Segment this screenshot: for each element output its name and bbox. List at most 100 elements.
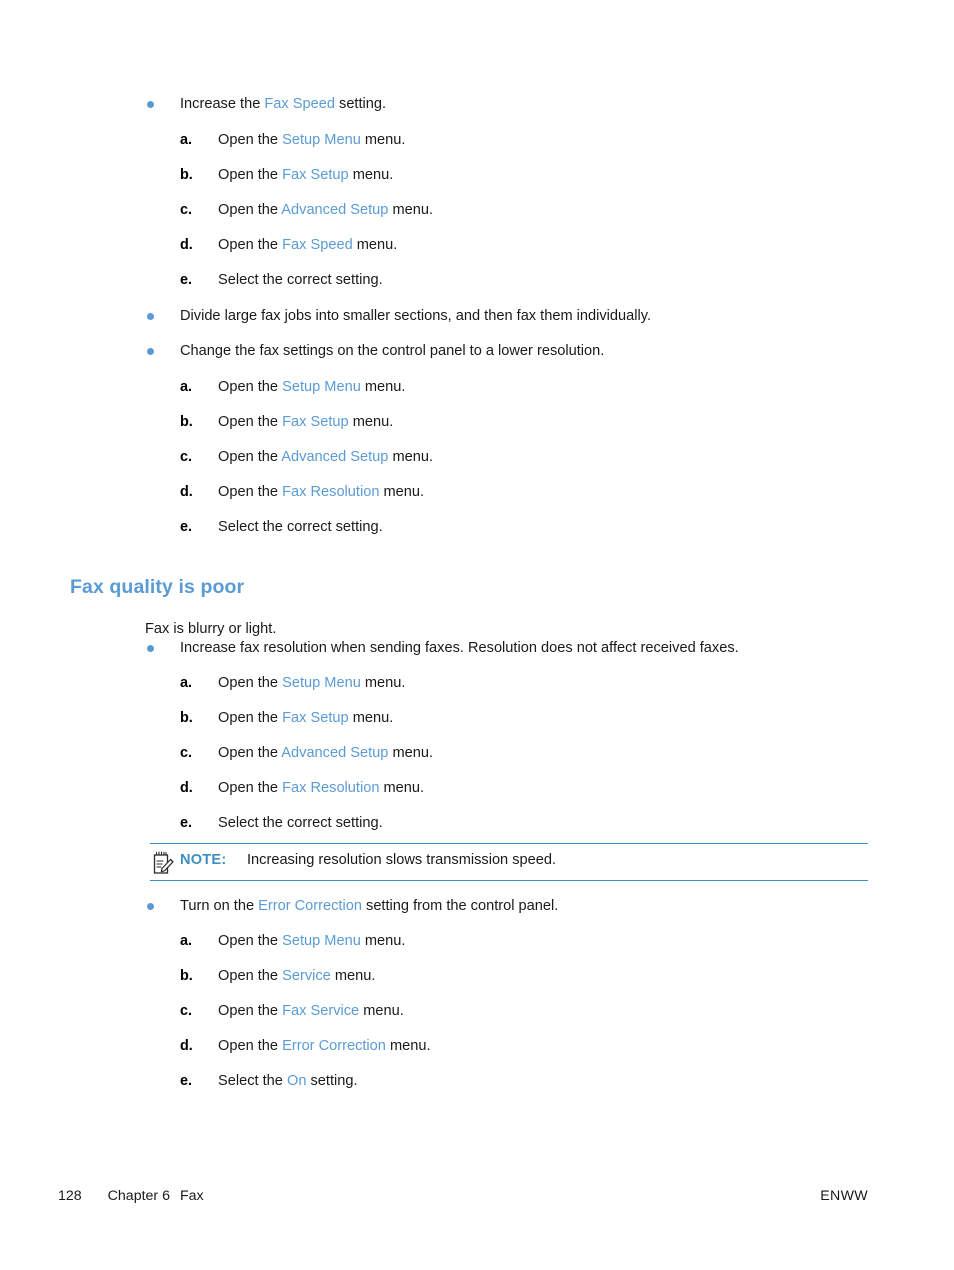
- step-text-after: setting.: [306, 1073, 358, 1089]
- step-text-before: Select the: [218, 1073, 287, 1089]
- step-marker: e.: [180, 815, 193, 831]
- step-ui-term: Setup Menu: [282, 379, 361, 395]
- notepad-pencil-icon: [153, 851, 175, 875]
- step-ui-term: Setup Menu: [282, 933, 361, 949]
- step-text-before: Open the: [218, 710, 283, 726]
- note-top-rule: [150, 843, 868, 844]
- list-item: c. Open the Advanced Setup menu.: [0, 200, 954, 235]
- list-item: b. Open the Fax Setup menu.: [0, 708, 954, 743]
- note-text: Increasing resolution slows transmission…: [247, 852, 557, 868]
- bullet-text-before: Turn on the: [180, 898, 259, 914]
- document-page: Increase the Fax Speed setting. a. Open …: [0, 0, 954, 1270]
- bullet-block-increase-resolution: Increase fax resolution when sending fax…: [0, 638, 954, 673]
- step-text-before: Open the: [218, 968, 283, 984]
- bullet-item-lower-resolution: Change the fax settings on the control p…: [0, 341, 954, 376]
- ui-term-error-correction: Error Correction: [258, 898, 362, 914]
- note-bottom-rule: [150, 880, 868, 881]
- step-ui-term: Setup Menu: [282, 675, 361, 691]
- intro-paragraph: Fax is blurry or light.: [145, 620, 277, 637]
- step-marker: c.: [180, 1003, 193, 1019]
- step-ui-term: Fax Setup: [282, 414, 349, 430]
- step-marker: a.: [180, 933, 193, 949]
- steps-list-error-correction: a. Open the Setup Menu menu. b. Open the…: [0, 931, 954, 1106]
- bullet-text-before: Divide large fax jobs into smaller secti…: [180, 308, 652, 324]
- step-text-after: menu.: [388, 449, 434, 465]
- step-marker: d.: [180, 484, 193, 500]
- step-marker: e.: [180, 519, 193, 535]
- step-text-before: Open the: [218, 202, 282, 218]
- note-label: NOTE:: [180, 852, 227, 868]
- footer-chapter: Chapter 6: [107, 1188, 170, 1204]
- step-text-after: menu.: [360, 132, 406, 148]
- step-ui-term: Fax Resolution: [282, 484, 380, 500]
- list-item: e. Select the On setting.: [0, 1071, 954, 1106]
- step-text-before: Open the: [218, 414, 283, 430]
- step-text-after: menu.: [379, 780, 425, 796]
- list-item: a. Open the Setup Menu menu.: [0, 673, 954, 708]
- step-marker: b.: [180, 968, 193, 984]
- note-admonition: NOTE: Increasing resolution slows transm…: [150, 843, 868, 881]
- list-item: c. Open the Advanced Setup menu.: [0, 743, 954, 778]
- step-ui-term: Fax Service: [282, 1003, 360, 1019]
- bullet-point-icon: [147, 903, 154, 910]
- step-text-before: Open the: [218, 237, 283, 253]
- step-text-before: Open the: [218, 1038, 283, 1054]
- step-marker: d.: [180, 780, 193, 796]
- step-text-before: Open the: [218, 132, 283, 148]
- list-item: d. Open the Error Correction menu.: [0, 1036, 954, 1071]
- step-text-before: Open the: [218, 675, 283, 691]
- steps-list-lower-resolution: a. Open the Setup Menu menu. b. Open the…: [0, 377, 954, 552]
- step-ui-term: Service: [282, 968, 331, 984]
- step-ui-term: Fax Setup: [282, 167, 349, 183]
- footer-left-group: 128 Chapter 6 Fax: [58, 1188, 204, 1204]
- step-marker: b.: [180, 167, 193, 183]
- bullet-block-error-correction: Turn on the Error Correction setting fro…: [0, 896, 954, 931]
- step-marker: e.: [180, 1073, 193, 1089]
- list-item: a. Open the Setup Menu menu.: [0, 130, 954, 165]
- step-marker: a.: [180, 675, 193, 691]
- ui-term-fax-speed: Fax Speed: [264, 96, 335, 112]
- step-text-before: Open the: [218, 167, 283, 183]
- bullet-item-increase-resolution: Increase fax resolution when sending fax…: [0, 638, 954, 673]
- step-text-after: menu.: [348, 167, 394, 183]
- step-marker: d.: [180, 1038, 193, 1054]
- list-item: a. Open the Setup Menu menu.: [0, 377, 954, 412]
- bullet-item-divide-jobs: Divide large fax jobs into smaller secti…: [0, 306, 954, 341]
- step-marker: a.: [180, 379, 193, 395]
- list-item: e. Select the correct setting.: [0, 270, 954, 305]
- step-text-after: menu.: [388, 202, 434, 218]
- list-item: d. Open the Fax Resolution menu.: [0, 482, 954, 517]
- step-marker: a.: [180, 132, 193, 148]
- steps-list-increase-resolution: a. Open the Setup Menu menu. b. Open the…: [0, 673, 954, 848]
- step-ui-term: Fax Speed: [282, 237, 353, 253]
- footer-chapter-title: Fax: [179, 1188, 204, 1204]
- step-text-before: Open the: [218, 449, 282, 465]
- list-item: c. Open the Advanced Setup menu.: [0, 447, 954, 482]
- step-text-after: menu.: [388, 745, 434, 761]
- step-text-before: Open the: [218, 379, 283, 395]
- step-text-before: Select the correct setting.: [218, 815, 383, 831]
- bullet-point-icon: [147, 645, 154, 652]
- step-text-before: Select the correct setting.: [218, 519, 383, 535]
- bullet-block-divide-jobs: Divide large fax jobs into smaller secti…: [0, 306, 954, 341]
- list-item: c. Open the Fax Service menu.: [0, 1001, 954, 1036]
- bullet-block-fax-speed: Increase the Fax Speed setting.: [0, 94, 954, 129]
- list-item: d. Open the Fax Speed menu.: [0, 235, 954, 270]
- step-text-after: menu.: [360, 933, 406, 949]
- list-item: e. Select the correct setting.: [0, 517, 954, 552]
- step-marker: d.: [180, 237, 193, 253]
- step-ui-term: Fax Resolution: [282, 780, 380, 796]
- page-footer: 128 Chapter 6 Fax ENWW: [0, 1188, 954, 1212]
- bullet-point-icon: [147, 348, 154, 355]
- bullet-text-before: Increase the: [180, 96, 265, 112]
- step-text-after: menu.: [360, 379, 406, 395]
- bullet-text-before: Change the fax settings on the control p…: [180, 343, 605, 359]
- list-item: b. Open the Fax Setup menu.: [0, 412, 954, 447]
- step-text-before: Open the: [218, 745, 282, 761]
- list-item: b. Open the Fax Setup menu.: [0, 165, 954, 200]
- step-ui-term: On: [286, 1073, 307, 1089]
- step-text-before: Open the: [218, 1003, 283, 1019]
- footer-page-number: 128: [58, 1188, 82, 1204]
- bullet-text-after: setting from the control panel.: [361, 898, 559, 914]
- page-title: Fax quality is poor: [70, 576, 245, 599]
